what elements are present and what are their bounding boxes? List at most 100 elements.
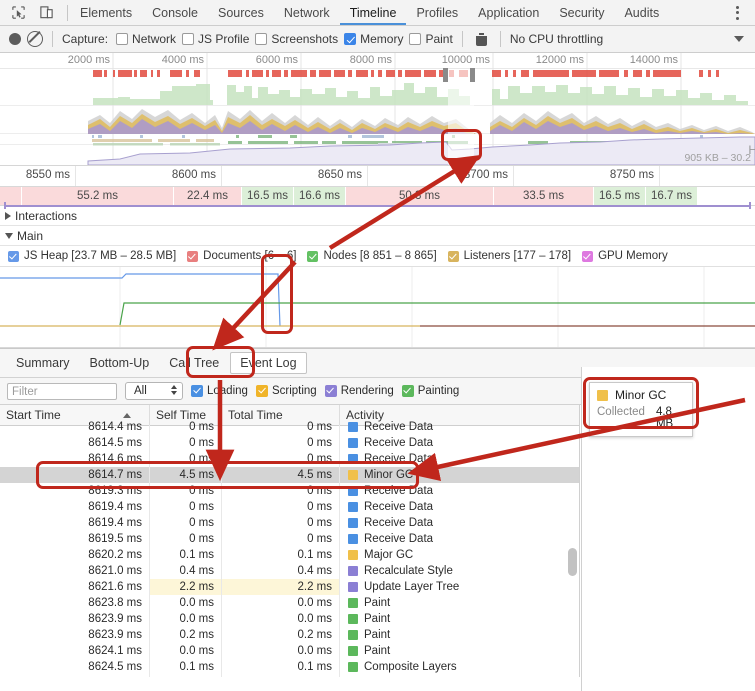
capture-option-network[interactable]: Network <box>116 32 176 46</box>
checkbox-checked-icon[interactable] <box>255 385 268 397</box>
cell-total-time: 0.1 ms <box>222 659 340 675</box>
column-header-total-time[interactable]: Total Time <box>222 405 340 425</box>
event-color-swatch <box>348 438 358 448</box>
capture-option-screenshots[interactable]: Screenshots <box>255 32 338 46</box>
duration-filter-select[interactable]: All <box>125 382 183 400</box>
frame-item[interactable]: 16.6 ms <box>294 187 346 205</box>
checkbox-checked-icon[interactable] <box>8 250 19 262</box>
memory-counter-chart[interactable] <box>0 267 755 348</box>
track-header-main[interactable]: Main <box>0 226 755 246</box>
trash-icon[interactable] <box>475 32 487 46</box>
tab-summary[interactable]: Summary <box>7 352 78 374</box>
tab-console[interactable]: Console <box>142 0 208 25</box>
table-row[interactable]: 8619.5 ms 0 ms 0 ms Receive Data <box>0 531 580 547</box>
checkbox-checked-icon[interactable] <box>447 250 459 262</box>
filter-input[interactable]: Filter <box>7 382 117 400</box>
category-filter-loading[interactable]: Loading <box>191 385 248 397</box>
table-row[interactable]: 8614.6 ms 0 ms 0 ms Receive Data <box>0 451 580 467</box>
checkbox-icon[interactable] <box>255 33 268 45</box>
event-color-swatch <box>348 662 358 672</box>
counter-documents[interactable]: Documents [6 – 6] <box>187 250 296 262</box>
inspect-element-icon[interactable] <box>11 5 26 20</box>
table-row[interactable]: 8624.5 ms 0.1 ms 0.1 ms Composite Layers <box>0 659 580 675</box>
device-toolbar-icon[interactable] <box>39 5 54 20</box>
activity-label: Recalculate Style <box>364 565 453 577</box>
checkbox-checked-icon[interactable] <box>191 385 203 397</box>
more-options-icon[interactable] <box>726 5 748 20</box>
cell-activity: Receive Data <box>340 435 580 451</box>
category-filter-scripting[interactable]: Scripting <box>255 385 317 397</box>
table-row[interactable]: 8626.0 ms0 ms0 msReceive Data <box>0 675 580 677</box>
table-row[interactable]: 8624.1 ms 0.0 ms 0.0 ms Paint <box>0 643 580 659</box>
table-scrollbar-thumb[interactable] <box>568 548 577 576</box>
checkbox-icon[interactable] <box>116 33 129 45</box>
counter-label: Listeners [177 – 178] <box>463 250 572 262</box>
table-row[interactable]: 8620.2 ms 0.1 ms 0.1 ms Major GC <box>0 547 580 563</box>
table-row[interactable]: 8623.9 ms 0.2 ms 0.2 ms Paint <box>0 627 580 643</box>
cell-start-time: 8619.4 ms <box>0 515 150 531</box>
tab-call-tree[interactable]: Call Tree <box>160 352 228 374</box>
checkbox-checked-icon[interactable] <box>187 250 199 262</box>
table-row[interactable]: 8614.7 ms 4.5 ms 4.5 ms Minor GC <box>0 467 580 483</box>
timeline-overview[interactable]: 2000 ms 4000 ms 6000 ms 8000 ms 10000 ms… <box>0 53 755 166</box>
capture-option-paint[interactable]: Paint <box>409 32 453 46</box>
checkbox-icon[interactable] <box>182 33 195 45</box>
chevron-right-icon[interactable] <box>5 211 11 220</box>
checkbox-checked-icon[interactable] <box>324 385 337 397</box>
frame-item[interactable]: 50.3 ms <box>346 187 494 205</box>
category-filter-painting[interactable]: Painting <box>401 385 459 397</box>
tab-bottom-up[interactable]: Bottom-Up <box>80 352 158 374</box>
frame-item[interactable]: 16.7 ms <box>646 187 698 205</box>
checkbox-checked-icon[interactable] <box>401 385 414 397</box>
table-row[interactable]: 8619.4 ms 0 ms 0 ms Receive Data <box>0 499 580 515</box>
table-row[interactable]: 8619.4 ms 0 ms 0 ms Receive Data <box>0 515 580 531</box>
tab-timeline[interactable]: Timeline <box>340 0 407 25</box>
column-header-start-time[interactable]: Start Time <box>0 405 150 425</box>
table-row[interactable]: 8619.3 ms 0 ms 0 ms Receive Data <box>0 483 580 499</box>
column-header-self-time[interactable]: Self Time <box>150 405 222 425</box>
checkbox-checked-icon[interactable] <box>582 250 594 262</box>
track-label: Interactions <box>15 208 78 223</box>
cpu-throttling-select[interactable]: No CPU throttling <box>510 32 755 46</box>
counter-js-heap[interactable]: JS Heap [23.7 MB – 28.5 MB] <box>8 250 176 262</box>
table-row[interactable]: 8623.9 ms 0.0 ms 0.0 ms Paint <box>0 611 580 627</box>
checkbox-checked-icon[interactable] <box>307 250 319 262</box>
track-header-interactions[interactable]: Interactions <box>0 206 755 226</box>
counter-nodes[interactable]: Nodes [8 851 – 8 865] <box>307 250 437 262</box>
frame-item[interactable]: 55.2 ms <box>22 187 174 205</box>
stepper-arrows-icon[interactable] <box>171 385 177 395</box>
cell-self-time: 0 ms <box>150 435 222 451</box>
record-circle-icon[interactable] <box>9 33 21 45</box>
column-header-activity[interactable]: Activity <box>340 405 580 425</box>
frame-item[interactable]: 16.5 ms <box>594 187 646 205</box>
overview-graphs <box>0 53 755 165</box>
caret-down-icon[interactable] <box>734 36 744 42</box>
frame-item[interactable]: 16.5 ms <box>242 187 294 205</box>
category-filter-rendering[interactable]: Rendering <box>324 385 394 397</box>
tab-profiles[interactable]: Profiles <box>406 0 468 25</box>
event-log-table[interactable]: Start Time Self Time Total Time Activity… <box>0 405 580 677</box>
tab-application[interactable]: Application <box>468 0 549 25</box>
tab-audits[interactable]: Audits <box>614 0 669 25</box>
tab-security[interactable]: Security <box>549 0 614 25</box>
ruler-tick: 8650 ms <box>317 169 362 181</box>
frame-item[interactable]: 22.4 ms <box>174 187 242 205</box>
clear-circle-slash-icon[interactable] <box>27 31 43 47</box>
table-row[interactable]: 8614.5 ms 0 ms 0 ms Receive Data <box>0 435 580 451</box>
table-row[interactable]: 8621.6 ms 2.2 ms 2.2 ms Update Layer Tree <box>0 579 580 595</box>
tab-network[interactable]: Network <box>274 0 340 25</box>
frame-item[interactable]: 33.5 ms <box>494 187 594 205</box>
tab-sources[interactable]: Sources <box>208 0 274 25</box>
capture-option-js-profile[interactable]: JS Profile <box>182 32 249 46</box>
capture-option-memory[interactable]: Memory <box>344 32 403 46</box>
table-row[interactable]: 8623.8 ms 0.0 ms 0.0 ms Paint <box>0 595 580 611</box>
tab-event-log[interactable]: Event Log <box>230 352 307 374</box>
counter-listeners[interactable]: Listeners [177 – 178] <box>447 250 572 262</box>
tab-elements[interactable]: Elements <box>70 0 142 25</box>
counter-gpu-memory[interactable]: GPU Memory <box>582 250 668 262</box>
checkbox-icon[interactable] <box>409 33 422 45</box>
table-row[interactable]: 8621.0 ms 0.4 ms 0.4 ms Recalculate Style <box>0 563 580 579</box>
checkbox-checked-icon[interactable] <box>344 33 357 45</box>
interaction-range-bar <box>5 205 750 207</box>
chevron-down-icon[interactable] <box>5 232 13 239</box>
